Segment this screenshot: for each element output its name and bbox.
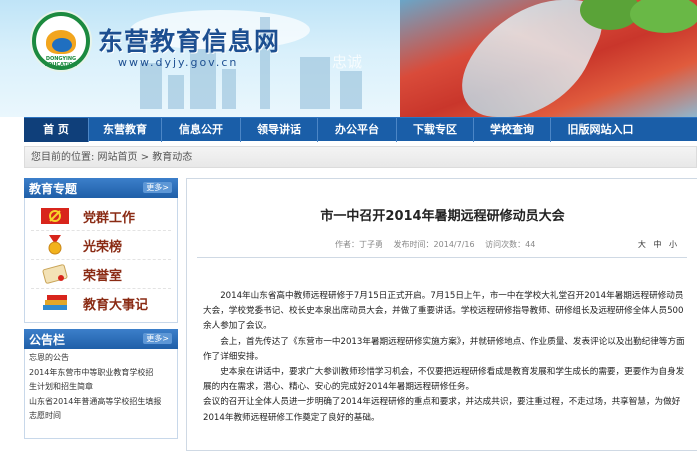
building-decoration [340, 71, 362, 109]
special-item-honor-roll[interactable]: 光荣榜 [31, 231, 171, 260]
nav-item-leader-speech[interactable]: 领导讲话 [241, 118, 317, 142]
header-banner: DONGYING EDUCATION 东营教育信息网 www.dyjy.gov.… [0, 0, 697, 117]
building-decoration [300, 57, 330, 109]
article-paragraph: 史本泉在讲话中，要求广大参训教师珍惜学习机会，不仅要把远程研修看成是教育发展和学… [203, 367, 685, 393]
nav-item-old-site[interactable]: 旧版网站入口 [551, 118, 650, 142]
site-logo[interactable]: DONGYING EDUCATION [32, 12, 90, 70]
notice-board-more-link[interactable]: 更多> [143, 333, 172, 344]
sidebar: 教育专题 更多> 党群工作 光荣榜 荣誉室 教育大事记 公告栏 更多> 忘恩的公… [24, 178, 178, 439]
notice-item[interactable]: 生计划和招生简章 [29, 380, 173, 395]
banner-slogan: 忠诚 [332, 53, 363, 71]
medal-ribbon-icon [39, 234, 73, 256]
books-icon [39, 293, 73, 315]
party-emblem-icon [39, 205, 73, 227]
special-item-label: 光荣榜 [83, 239, 123, 255]
nav-item-info-disclosure[interactable]: 信息公开 [162, 118, 240, 142]
notice-item[interactable]: 忘恩的公告 [29, 351, 173, 366]
special-topics-header: 教育专题 更多> [24, 178, 178, 198]
special-item-major-events[interactable]: 教育大事记 [31, 289, 171, 318]
site-title[interactable]: 东营教育信息网 [98, 22, 280, 58]
article-paragraph: 2014年山东省高中教师远程研修于7月15日正式开启。7月15日上午，市一中在学… [203, 291, 684, 332]
building-decoration [222, 69, 236, 109]
article-panel: 市一中召开2014年暑期远程研修动员大会 作者：丁子勇 发布时间：2014/7/… [186, 178, 697, 451]
article-title: 市一中召开2014年暑期远程研修动员大会 [320, 209, 565, 224]
nav-item-downloads[interactable]: 下载专区 [397, 118, 473, 142]
scroll-certificate-icon [39, 263, 73, 285]
article-date: 发布时间：2014/7/16 [393, 240, 475, 249]
font-size-medium-button[interactable]: 中 [653, 240, 661, 249]
special-item-honor-room[interactable]: 荣誉室 [31, 260, 171, 289]
notice-board-header: 公告栏 更多> [24, 329, 178, 349]
article-author: 作者：丁子勇 [335, 240, 383, 249]
special-item-label: 荣誉室 [83, 268, 123, 284]
building-decoration [140, 63, 162, 109]
special-topics-list: 党群工作 光荣榜 荣誉室 教育大事记 [24, 198, 178, 323]
article-meta: 作者：丁子勇 发布时间：2014/7/16 访问次数：44 [335, 239, 543, 250]
nav-item-home[interactable]: 首 页 [24, 118, 88, 142]
special-item-party-work[interactable]: 党群工作 [31, 202, 171, 231]
title-divider [197, 257, 687, 258]
article-paragraph: 会上，首先传达了《东营市一中2013年暑期远程研修实施方案》，并就研修地点、作业… [203, 336, 685, 362]
site-url: www.dyjy.gov.cn [118, 56, 239, 69]
nav-item-school-search[interactable]: 学校查询 [474, 118, 550, 142]
special-item-label: 教育大事记 [83, 298, 149, 313]
breadcrumb: 您目前的位置: 网站首页 > 教育动态 [24, 146, 697, 168]
nav-item-dongying-education[interactable]: 东营教育 [89, 118, 161, 142]
special-topics-title: 教育专题 [29, 182, 78, 196]
article-paragraph: 会议的召开让全体人员进一步明确了2014年远程研修的重点和要求，并达成共识，要注… [203, 397, 681, 423]
notice-board-title: 公告栏 [29, 333, 66, 347]
notice-item[interactable]: 志愿时间 [29, 409, 173, 424]
logo-text: DONGYING EDUCATION [44, 56, 78, 68]
notice-board-list: 忘恩的公告 2014年东营市中等职业教育学校招 生计划和招生简章 山东省2014… [24, 349, 178, 439]
nav-item-office-platform[interactable]: 办公平台 [318, 118, 396, 142]
font-size-small-button[interactable]: 小 [669, 240, 677, 249]
special-topics-more-link[interactable]: 更多> [143, 182, 172, 193]
article-views: 访问次数：44 [485, 240, 536, 249]
special-item-label: 党群工作 [83, 210, 136, 226]
main-nav: 首 页 东营教育 信息公开 领导讲话 办公平台 下载专区 学校查询 旧版网站入口 [24, 117, 697, 142]
building-decoration [168, 75, 184, 109]
notice-item[interactable]: 2014年东营市中等职业教育学校招 [29, 366, 173, 381]
logo-wave-shape [52, 38, 72, 52]
article-body: 2014年山东省高中教师远程研修于7月15日正式开启。7月15日上午，市一中在学… [203, 289, 686, 426]
font-size-large-button[interactable]: 大 [638, 240, 646, 249]
notice-item[interactable]: 山东省2014年普通高等学校招生填报 [29, 395, 173, 410]
font-size-switcher: 大 中 小 [633, 239, 677, 250]
